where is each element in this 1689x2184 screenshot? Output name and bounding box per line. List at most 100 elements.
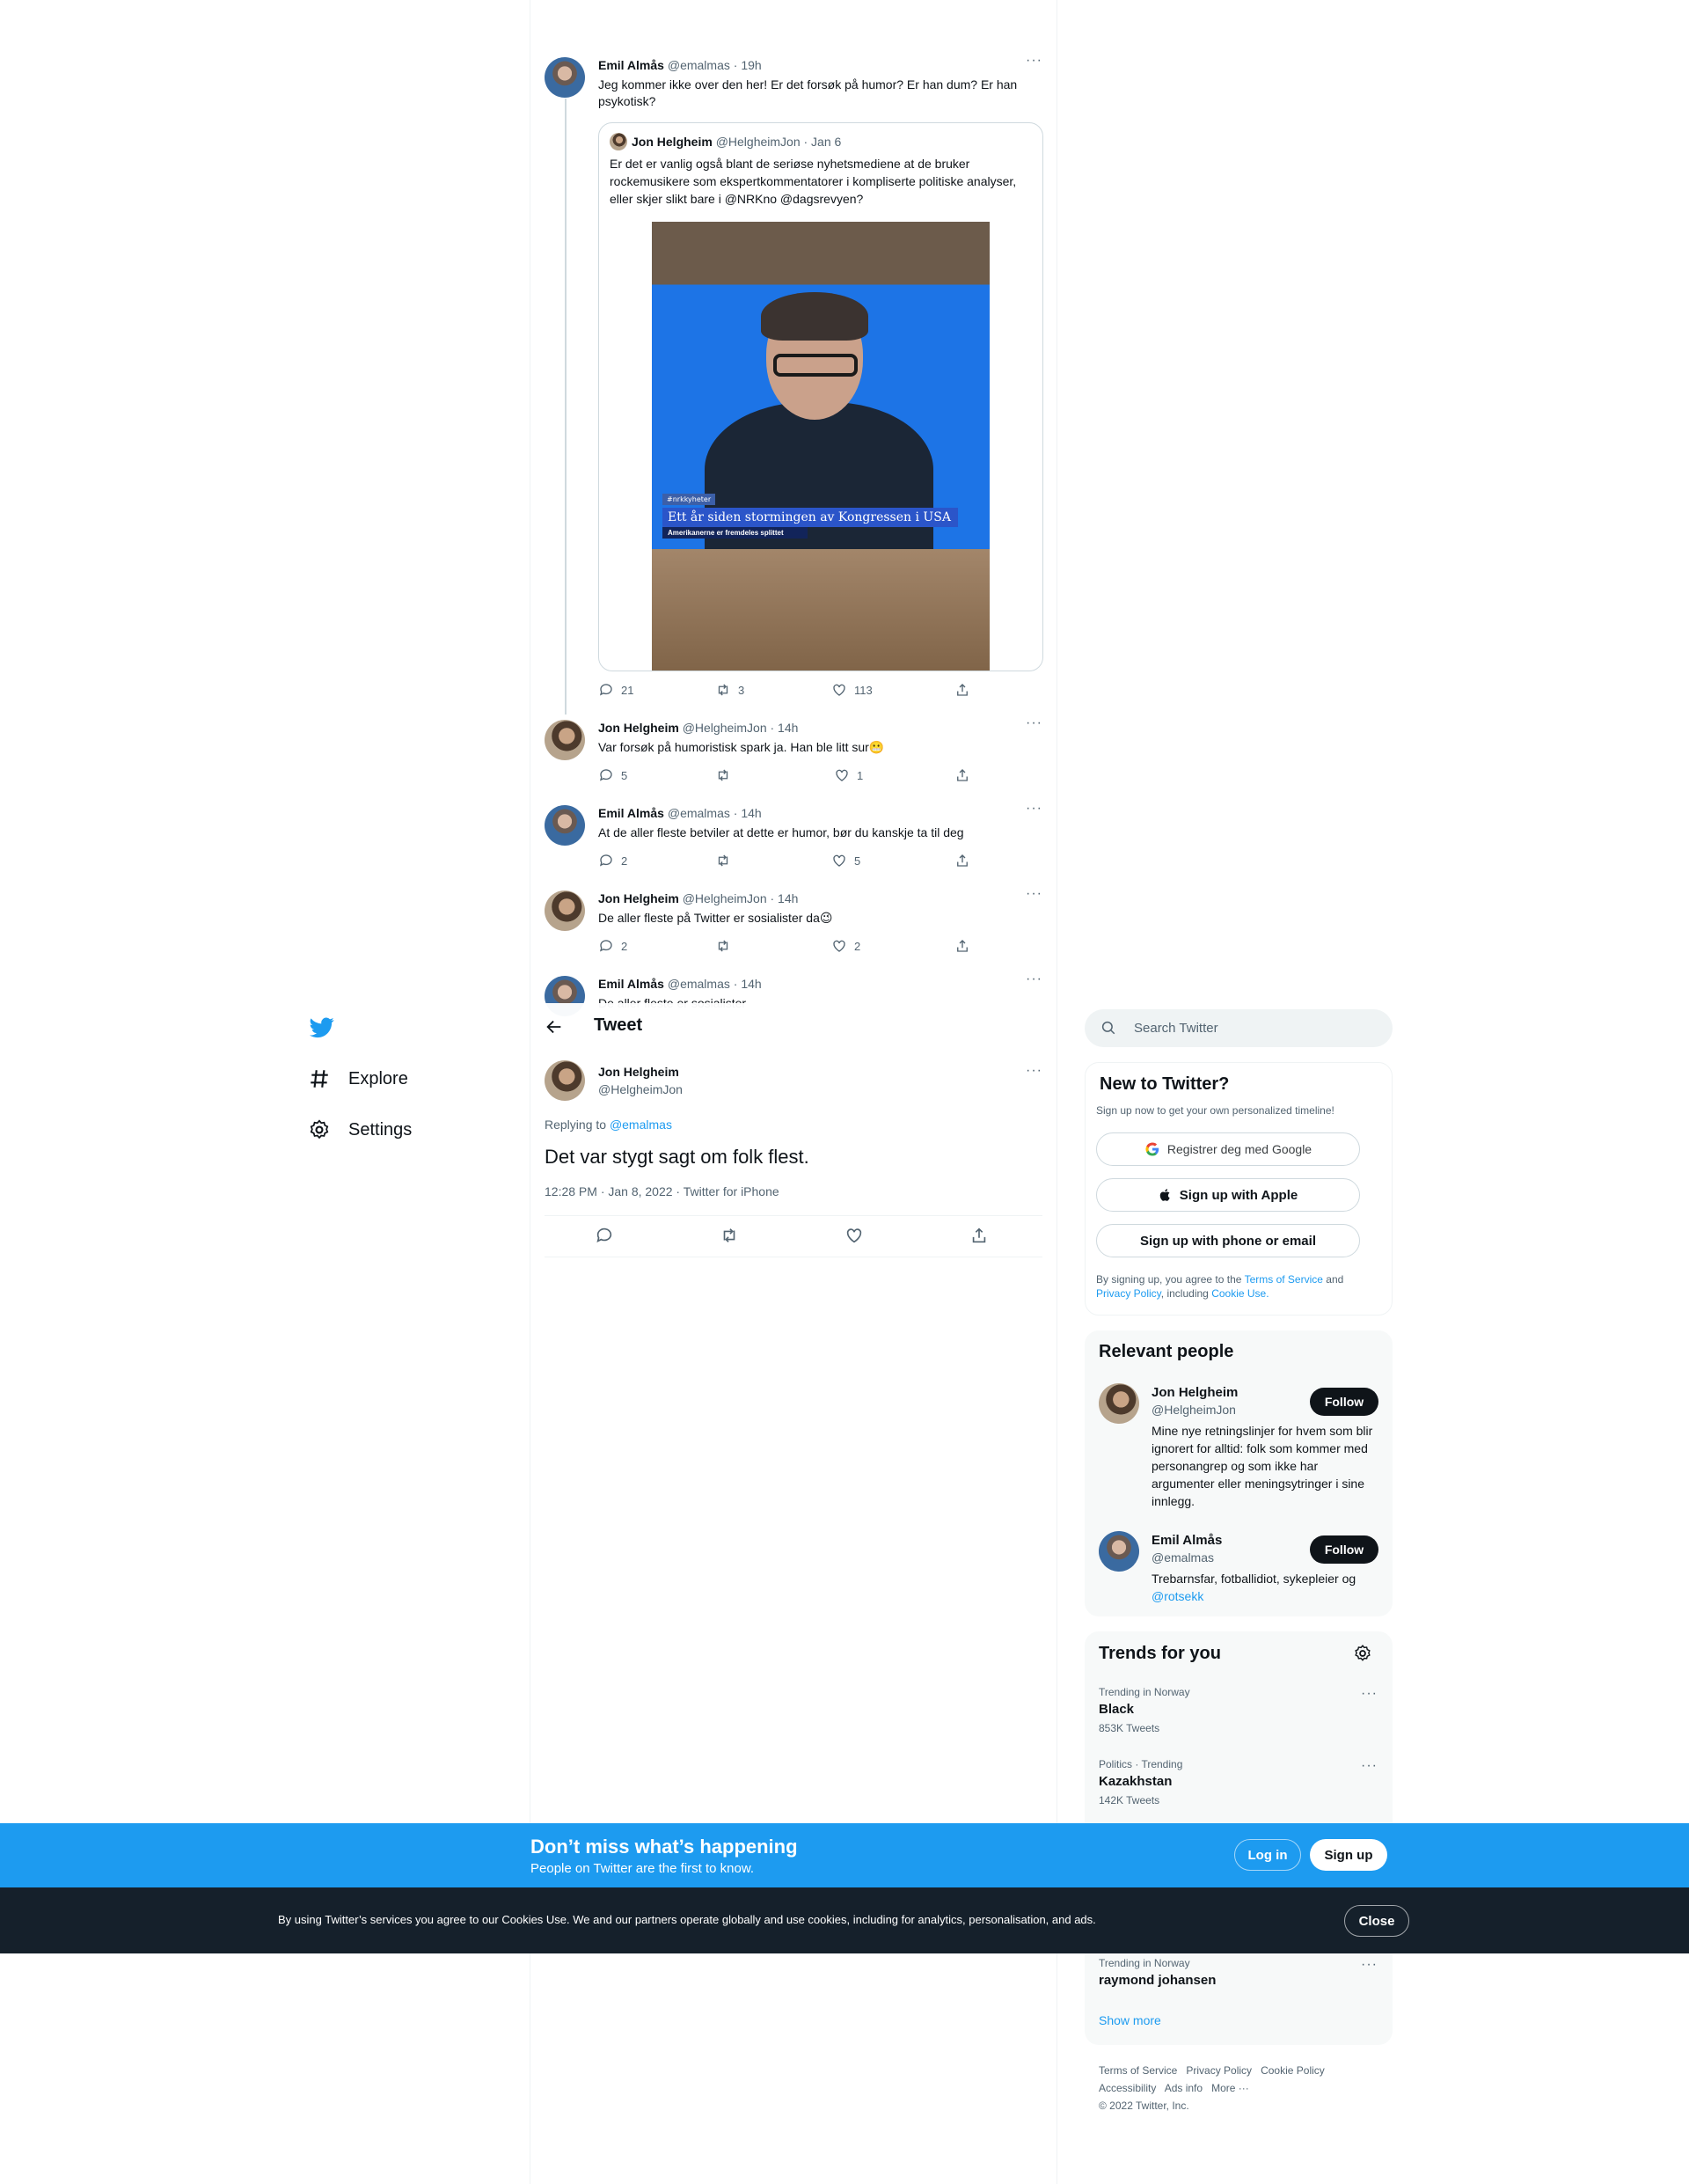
tweet-author-name[interactable]: Emil Almås — [598, 977, 664, 991]
signup-button[interactable]: Sign up — [1310, 1839, 1387, 1871]
tweet-time[interactable]: · 14h — [734, 806, 762, 820]
tweet-author-name[interactable]: Jon Helgheim — [598, 891, 679, 905]
footer-more-link[interactable]: More ··· — [1211, 2082, 1249, 2094]
retweet-button[interactable] — [720, 1226, 739, 1245]
reply-button[interactable]: 5 — [598, 767, 627, 783]
share-button[interactable] — [954, 938, 970, 954]
person-bio: Mine nye retningslinjer for hvem som bli… — [1152, 1424, 1373, 1508]
tweet-time[interactable]: · 19h — [734, 58, 762, 72]
more-options-icon[interactable]: ··· — [1361, 1957, 1378, 1973]
more-options-icon[interactable]: ··· — [1026, 715, 1042, 731]
tweet-author-handle[interactable]: @emalmas — [668, 58, 730, 72]
tweet-time[interactable]: · 14h — [734, 977, 762, 991]
retweet-icon — [723, 1228, 735, 1242]
reply-button[interactable]: 2 — [598, 938, 627, 954]
share-button[interactable] — [954, 767, 970, 783]
follow-button[interactable]: Follow — [1310, 1535, 1378, 1564]
main-tweet-author-handle[interactable]: @HelgheimJon — [598, 1082, 683, 1096]
trend-context: Trending in Norway — [1099, 1686, 1190, 1698]
tweet-author-handle[interactable]: @HelgheimJon — [683, 891, 767, 905]
share-button[interactable] — [954, 853, 970, 868]
more-options-icon[interactable]: ··· — [1026, 971, 1042, 987]
like-button[interactable]: 5 — [831, 853, 860, 868]
heart-icon — [833, 854, 845, 867]
tweet-author-name[interactable]: Emil Almås — [598, 806, 664, 820]
more-options-icon[interactable]: ··· — [1026, 1063, 1042, 1079]
avatar[interactable] — [1099, 1531, 1139, 1572]
avatar[interactable] — [545, 57, 585, 98]
replying-to-link[interactable]: @emalmas — [610, 1118, 672, 1132]
terms-link[interactable]: Terms of Service — [1245, 1273, 1323, 1286]
share-icon — [957, 684, 968, 696]
footer-privacy-link[interactable]: Privacy Policy — [1186, 2064, 1252, 2077]
banner-title: Don’t miss what’s happening — [530, 1836, 798, 1858]
reply-button[interactable]: 21 — [598, 682, 633, 698]
like-button[interactable] — [844, 1226, 864, 1245]
footer-ads-link[interactable]: Ads info — [1165, 2082, 1203, 2094]
person-name[interactable]: Emil Almås — [1152, 1533, 1222, 1548]
footer-cookie-link[interactable]: Cookie Policy — [1261, 2064, 1325, 2077]
search-box[interactable]: Search Twitter — [1085, 1009, 1393, 1047]
more-options-icon[interactable]: ··· — [1026, 801, 1042, 817]
trend-name: Black — [1099, 1702, 1135, 1717]
tweet-author-handle[interactable]: @emalmas — [668, 806, 730, 820]
tweet-text: At de aller fleste betviler at dette er … — [598, 825, 964, 839]
login-button[interactable]: Log in — [1234, 1839, 1301, 1871]
phone-email-signup-button[interactable]: Sign up with phone or email — [1096, 1224, 1360, 1257]
nav-explore[interactable]: Explore — [308, 1067, 408, 1090]
quote-photo[interactable]: #nrkkyheter Ett år siden stormingen av K… — [652, 222, 990, 671]
tweet-author-handle[interactable]: @emalmas — [668, 977, 730, 991]
retweet-button[interactable] — [715, 938, 738, 954]
avatar[interactable] — [545, 720, 585, 760]
tweet-author-name[interactable]: Jon Helgheim — [598, 721, 679, 735]
main-tweet-meta[interactable]: 12:28 PM · Jan 8, 2022 · Twitter for iPh… — [545, 1184, 779, 1198]
person-bio-link[interactable]: @rotsekk — [1152, 1589, 1203, 1603]
follow-button[interactable]: Follow — [1310, 1388, 1378, 1416]
reply-button[interactable]: 2 — [598, 853, 627, 868]
like-button[interactable]: 2 — [831, 938, 860, 954]
avatar[interactable] — [545, 1060, 585, 1101]
retweet-count: 3 — [738, 683, 745, 697]
main-tweet-author-name[interactable]: Jon Helgheim — [598, 1065, 679, 1079]
share-button[interactable] — [954, 682, 970, 698]
share-button[interactable] — [969, 1226, 989, 1245]
avatar[interactable] — [1099, 1383, 1139, 1424]
cookie-close-button[interactable]: Close — [1344, 1905, 1409, 1937]
gear-icon[interactable] — [1353, 1644, 1372, 1663]
person-handle[interactable]: @HelgheimJon — [1152, 1403, 1236, 1417]
retweet-button[interactable] — [715, 767, 738, 783]
person-name[interactable]: Jon Helgheim — [1152, 1385, 1238, 1400]
tweet-author-name[interactable]: Emil Almås — [598, 58, 664, 72]
like-button[interactable]: 113 — [831, 682, 873, 698]
new-to-twitter-title: New to Twitter? — [1100, 1074, 1230, 1094]
tweet-time[interactable]: · 14h — [771, 891, 799, 905]
google-signup-button[interactable]: Registrer deg med Google — [1096, 1132, 1360, 1166]
more-options-icon[interactable]: ··· — [1361, 1758, 1378, 1774]
cookie-link[interactable]: Cookie Use. — [1211, 1287, 1269, 1300]
phone-email-signup-label: Sign up with phone or email — [1139, 1233, 1316, 1249]
quoted-tweet[interactable]: Jon Helgheim @HelgheimJon · Jan 6 Er det… — [598, 122, 1043, 671]
search-placeholder[interactable]: Search Twitter — [1134, 1021, 1218, 1036]
like-button[interactable]: 1 — [834, 767, 863, 783]
nav-settings[interactable]: Settings — [308, 1118, 412, 1141]
avatar[interactable] — [545, 890, 585, 931]
twitter-logo-icon[interactable] — [310, 1017, 334, 1038]
apple-signup-button[interactable]: Sign up with Apple — [1096, 1178, 1360, 1212]
tweet-time[interactable]: · 14h — [771, 721, 799, 735]
more-options-icon[interactable]: ··· — [1361, 1686, 1378, 1702]
reply-button[interactable] — [595, 1226, 614, 1245]
privacy-link[interactable]: Privacy Policy — [1096, 1287, 1161, 1300]
arrow-left-icon[interactable] — [545, 1017, 564, 1037]
tweet-author-handle[interactable]: @HelgheimJon — [683, 721, 767, 735]
photo-lower-third: #nrkkyheter Ett år siden stormingen av K… — [662, 490, 970, 539]
more-options-icon[interactable]: ··· — [1026, 53, 1042, 69]
like-count: 113 — [854, 683, 873, 697]
person-handle[interactable]: @emalmas — [1152, 1550, 1214, 1565]
footer-accessibility-link[interactable]: Accessibility — [1099, 2082, 1156, 2094]
retweet-button[interactable] — [715, 853, 738, 868]
retweet-button[interactable]: 3 — [715, 682, 744, 698]
footer-terms-link[interactable]: Terms of Service — [1099, 2064, 1177, 2077]
show-more-link[interactable]: Show more — [1099, 2013, 1161, 2027]
more-options-icon[interactable]: ··· — [1026, 886, 1042, 902]
avatar[interactable] — [545, 805, 585, 846]
